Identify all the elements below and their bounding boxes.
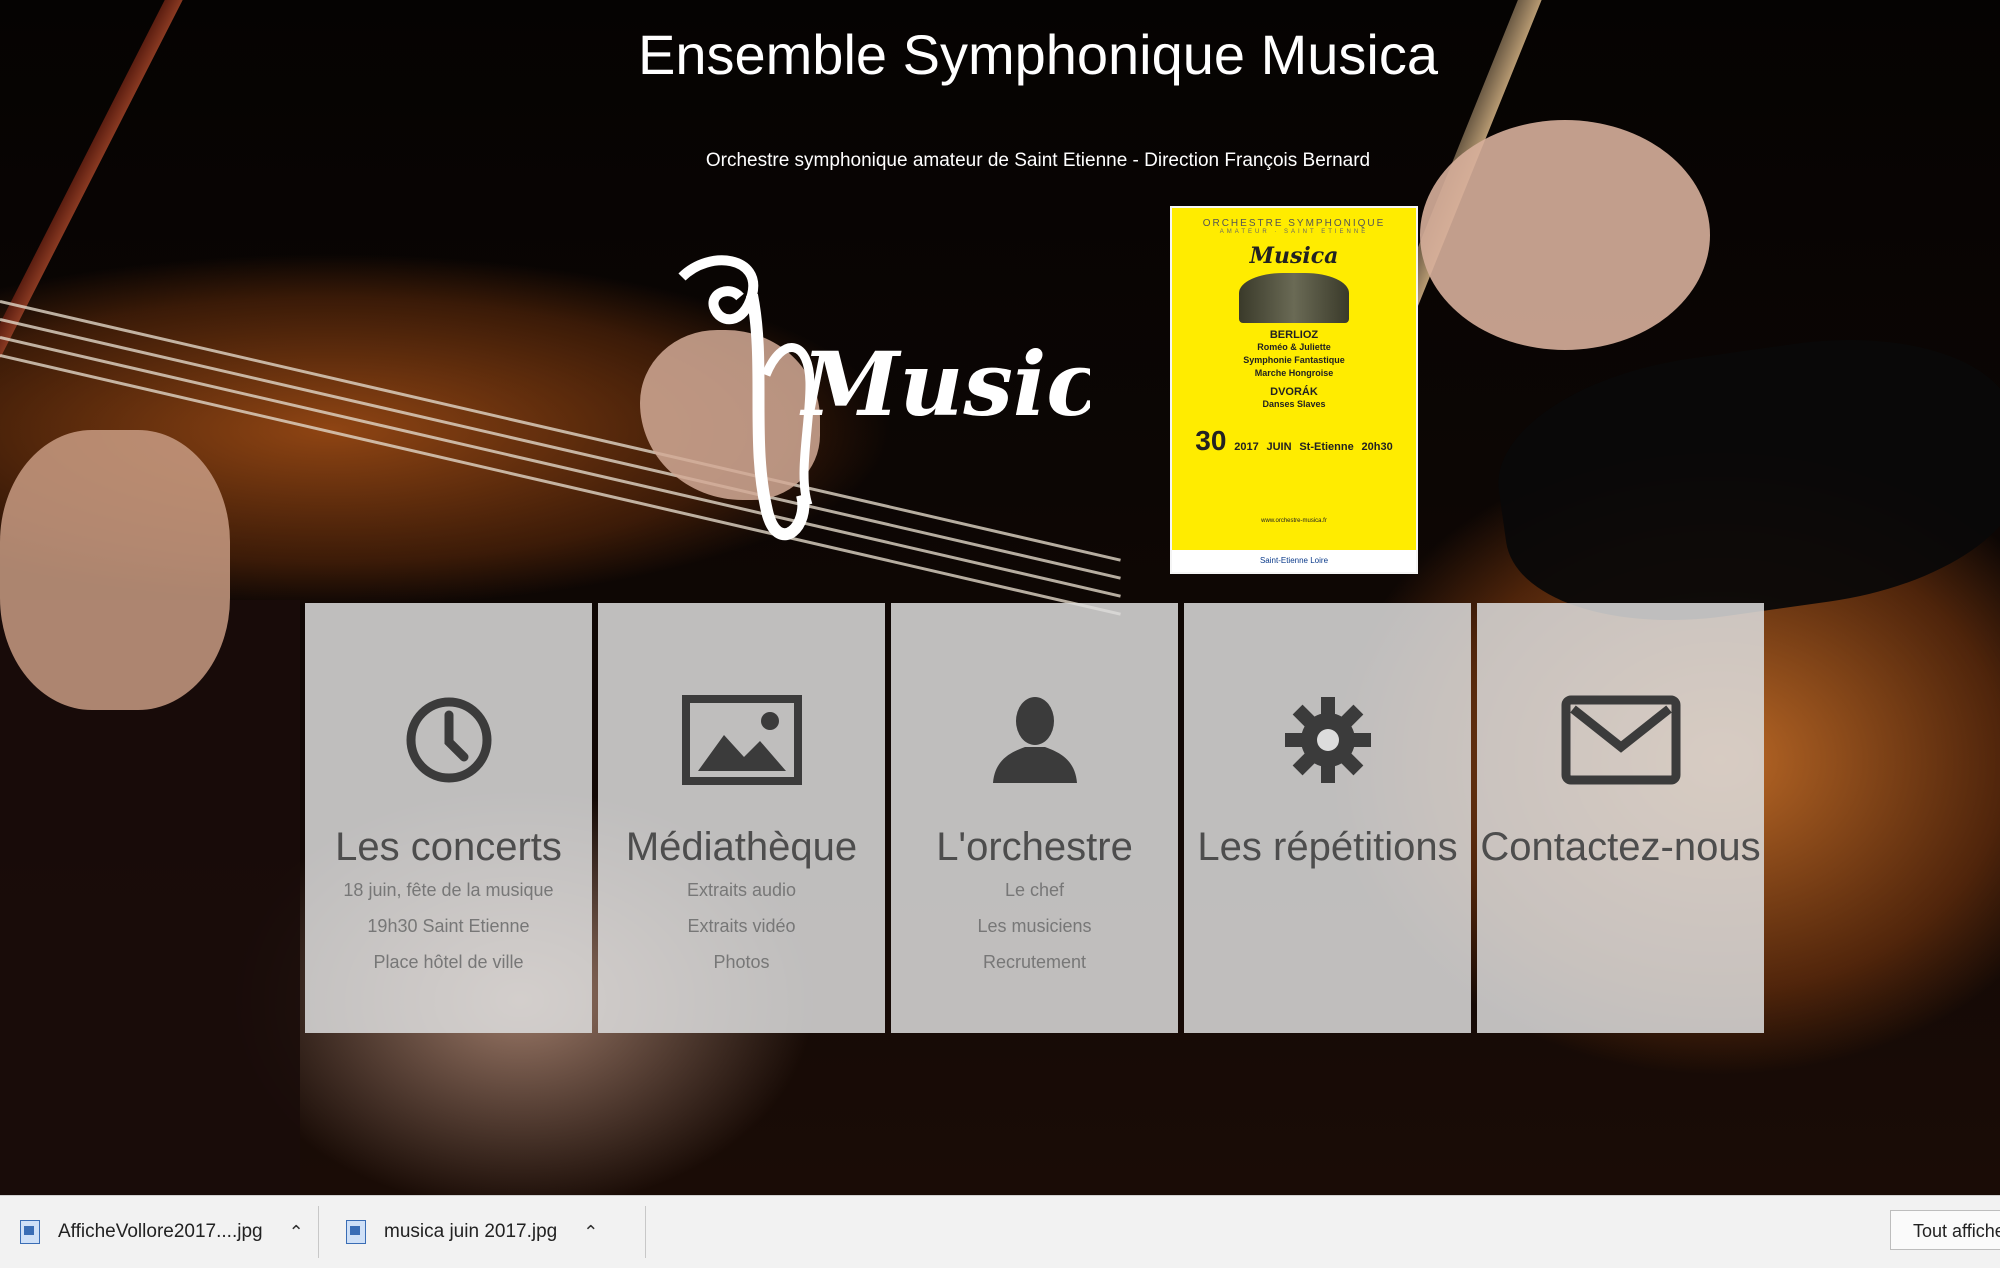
chevron-up-icon[interactable]: ⌃ (583, 1222, 598, 1243)
divider (645, 1206, 646, 1258)
clock-icon (305, 695, 592, 785)
file-image-icon (346, 1220, 366, 1244)
download-filename: AfficheVollore2017....jpg (58, 1221, 263, 1242)
tile-line[interactable]: Les musiciens (891, 908, 1178, 944)
poster-month: JUIN (1266, 441, 1292, 453)
poster-work-4: Danses Slaves (1262, 399, 1326, 409)
tile-orchestre[interactable]: L'orchestre Le chef Les musiciens Recrut… (891, 603, 1178, 1033)
image-icon (598, 695, 885, 785)
poster-work-3: Marche Hongroise (1254, 368, 1334, 378)
divider (318, 1206, 319, 1258)
show-all-button[interactable]: Tout afficher (1890, 1210, 2000, 1250)
tile-line[interactable]: Le chef (891, 872, 1178, 908)
download-filename: musica juin 2017.jpg (384, 1221, 558, 1242)
tile-line[interactable]: Extraits vidéo (598, 908, 885, 944)
tile-line[interactable]: Photos (598, 944, 885, 980)
tile-title: L'orchestre (936, 825, 1133, 869)
site-title: Ensemble Symphonique Musica (638, 23, 1438, 86)
poster-logo: Musica (1249, 243, 1339, 269)
user-icon (891, 695, 1178, 785)
download-item[interactable]: AfficheVollore2017....jpg ⌃ (20, 1196, 304, 1268)
nav-tiles: Les concerts 18 juin, fête de la musique… (305, 603, 1764, 1033)
poster-time: 20h30 (1361, 441, 1393, 453)
envelope-icon (1477, 695, 1764, 785)
poster-url: www.orchestre-musica.fr (1261, 518, 1327, 524)
musica-logo[interactable]: Musica (670, 255, 1090, 545)
poster-work-2: Symphonie Fantastique (1243, 355, 1345, 365)
tile-line[interactable]: Place hôtel de ville (305, 944, 592, 980)
tile-title: Contactez-nous (1480, 825, 1761, 869)
download-bar: AfficheVollore2017....jpg ⌃ musica juin … (0, 1195, 2000, 1268)
poster-city: St-Etienne (1299, 441, 1354, 453)
gear-icon (1184, 695, 1471, 785)
tile-title: Les concerts (335, 825, 562, 869)
download-item[interactable]: musica juin 2017.jpg ⌃ (346, 1196, 598, 1268)
concert-poster[interactable]: ORCHESTRE SYMPHONIQUE AMATEUR · SAINT ET… (1170, 206, 1418, 574)
poster-work-1: Roméo & Juliette (1257, 342, 1331, 352)
tile-title: Médiathèque (625, 825, 858, 869)
tile-line[interactable]: 18 juin, fête de la musique (305, 872, 592, 908)
poster-subheading: AMATEUR · SAINT ETIENNE (1219, 229, 1369, 235)
poster-composer-2: DVORÁK (1270, 386, 1318, 398)
poster-day: 30 (1195, 425, 1227, 456)
poster-heading: ORCHESTRE SYMPHONIQUE (1202, 218, 1386, 229)
tile-mediatheque[interactable]: Médiathèque Extraits audio Extraits vidé… (598, 603, 885, 1033)
file-image-icon (20, 1220, 40, 1244)
site-subtitle: Orchestre symphonique amateur de Saint E… (705, 150, 1371, 171)
tile-line[interactable]: Recrutement (891, 944, 1178, 980)
tile-line[interactable]: Extraits audio (598, 872, 885, 908)
tile-repetitions[interactable]: Les répétitions (1184, 603, 1471, 1033)
tile-title: Les répétitions (1197, 825, 1458, 869)
tile-contact[interactable]: Contactez-nous (1477, 603, 1764, 1033)
poster-sponsors: Saint-Etienne Loire (1172, 550, 1416, 572)
poster-year: 2017 (1234, 441, 1259, 453)
chevron-up-icon[interactable]: ⌃ (289, 1222, 304, 1243)
composer-portraits (1239, 273, 1349, 323)
tile-concerts[interactable]: Les concerts 18 juin, fête de la musique… (305, 603, 592, 1033)
poster-date: 30 2017 JUIN St-Etienne 20h30 (1172, 425, 1416, 457)
poster-composer-1: BERLIOZ (1269, 329, 1319, 341)
tile-line[interactable]: 19h30 Saint Etienne (305, 908, 592, 944)
